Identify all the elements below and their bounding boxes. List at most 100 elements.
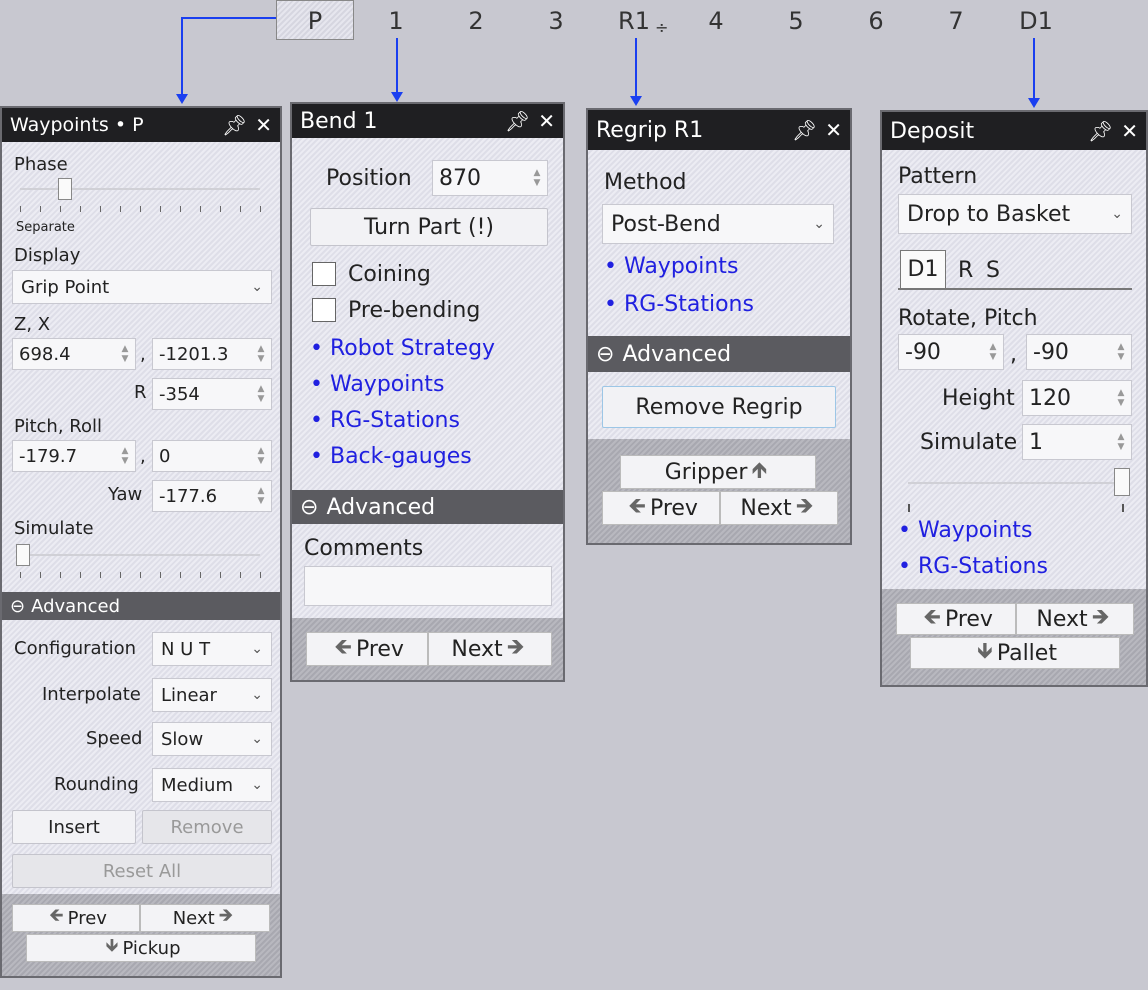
phase-slider-thumb[interactable] — [58, 178, 72, 200]
next-button[interactable]: Next 🡺 — [720, 491, 838, 525]
gripper-button[interactable]: Gripper 🡹 — [620, 455, 816, 489]
speed-select[interactable]: Slow ⌄ — [152, 722, 272, 756]
back-gauges-link[interactable]: • Back-gauges — [310, 444, 472, 469]
pickup-button[interactable]: 🡻 Pickup — [26, 934, 256, 962]
position-input[interactable]: 870 ▲ ▼ — [432, 160, 548, 196]
pin-icon[interactable]: 📌︎ — [505, 109, 530, 133]
x-input[interactable]: -1201.3 ▲ ▼ — [152, 338, 272, 370]
next-button[interactable]: Next 🡺 — [1016, 603, 1134, 635]
waypoints-link[interactable]: • Waypoints — [310, 372, 444, 397]
waypoints-link[interactable]: • Waypoints — [898, 518, 1032, 543]
rg-stations-link[interactable]: • RG-Stations — [604, 292, 754, 317]
insert-button[interactable]: Insert — [12, 810, 136, 844]
simulate-input[interactable]: 1 ▲ ▼ — [1022, 424, 1132, 460]
waypoints-title: Waypoints • P — [10, 114, 144, 136]
rg-stations-link[interactable]: • RG-Stations — [898, 554, 1048, 579]
zx-label: Z, X — [14, 314, 51, 335]
next-button[interactable]: Next 🡺 — [428, 632, 552, 666]
spinner-icon[interactable]: ▲ ▼ — [1114, 381, 1128, 415]
display-label: Display — [14, 245, 81, 266]
r-label: R — [134, 382, 147, 403]
simulate-slider-ticks — [20, 572, 262, 578]
pattern-select[interactable]: Drop to Basket ⌄ — [898, 194, 1132, 234]
robot-strategy-link[interactable]: • Robot Strategy — [310, 336, 495, 361]
interpolate-select[interactable]: Linear ⌄ — [152, 678, 272, 712]
prev-button[interactable]: 🡸 Prev — [306, 632, 428, 666]
prebending-checkbox[interactable] — [312, 298, 336, 322]
waypoints-nav-bar: 🡸 Prev Next 🡺 🡻 Pickup — [2, 894, 280, 976]
tab-d1[interactable]: D1 — [900, 250, 946, 288]
speed-label: Speed — [86, 728, 143, 749]
spinner-icon[interactable]: ▲ ▼ — [254, 339, 268, 369]
spinner-icon[interactable]: ▲ ▼ — [254, 379, 268, 409]
r-input[interactable]: -354 ▲ ▼ — [152, 378, 272, 410]
simulate-slider-track[interactable] — [20, 554, 260, 556]
prev-button[interactable]: 🡸 Prev — [12, 904, 140, 932]
pitch-input[interactable]: -90 ▲ ▼ — [1026, 334, 1132, 370]
simulate-slider-thumb[interactable] — [16, 544, 30, 566]
interpolate-label: Interpolate — [42, 684, 141, 705]
method-select[interactable]: Post-Bend ⌄ — [602, 204, 834, 244]
height-input[interactable]: 120 ▲ ▼ — [1022, 380, 1132, 416]
turn-part-button[interactable]: Turn Part (!) — [310, 208, 548, 246]
simulate-slider-track[interactable] — [908, 482, 1128, 484]
phase-slider-track[interactable] — [20, 188, 260, 190]
spinner-icon[interactable]: ▲ ▼ — [1114, 425, 1128, 459]
advanced-section-header[interactable]: ⊖ Advanced — [292, 490, 563, 524]
pin-icon[interactable]: 📌︎ — [222, 113, 247, 137]
z-input[interactable]: 698.4 ▲ ▼ — [12, 338, 136, 370]
comments-input[interactable] — [304, 566, 552, 606]
pin-icon[interactable]: 📌︎ — [792, 118, 817, 142]
arrow-left-icon: 🡸 — [334, 635, 352, 660]
close-icon[interactable]: ✕ — [255, 113, 272, 137]
rg-stations-link[interactable]: • RG-Stations — [310, 408, 460, 433]
rotate-input[interactable]: -90 ▲ ▼ — [898, 334, 1004, 370]
close-icon[interactable]: ✕ — [825, 118, 842, 142]
chevron-down-icon: ⌄ — [251, 777, 263, 793]
regrip-titlebar: Regrip R1 📌︎ ✕ — [588, 110, 850, 150]
spinner-icon[interactable]: ▲ ▼ — [986, 335, 1000, 369]
tab-s[interactable]: S — [986, 258, 1000, 283]
spinner-icon[interactable]: ▲ ▼ — [118, 339, 132, 369]
rounding-select[interactable]: Medium ⌄ — [152, 768, 272, 802]
spinner-icon[interactable]: ▲ ▼ — [254, 441, 268, 471]
advanced-section-header[interactable]: ⊖ Advanced — [588, 336, 850, 372]
rounding-label: Rounding — [54, 774, 139, 795]
pallet-button[interactable]: 🡻 Pallet — [910, 637, 1120, 669]
tab-r[interactable]: R — [958, 258, 973, 283]
display-select[interactable]: Grip Point ⌄ — [12, 270, 272, 304]
next-button[interactable]: Next 🡺 — [140, 904, 270, 932]
pattern-label: Pattern — [898, 164, 978, 189]
advanced-section-header[interactable]: ⊖ Advanced — [2, 592, 280, 620]
spinner-icon[interactable]: ▲ ▼ — [118, 441, 132, 471]
arrow-right-icon: 🡺 — [506, 635, 525, 660]
simulate-slider-thumb[interactable] — [1114, 468, 1130, 496]
reset-all-button[interactable]: Reset All — [12, 854, 272, 888]
prev-button[interactable]: 🡸 Prev — [602, 491, 720, 525]
simulate-label: Simulate — [14, 518, 94, 539]
pin-icon[interactable]: 📌︎ — [1088, 119, 1113, 143]
chevron-down-icon: ⌄ — [1111, 206, 1123, 222]
roll-input[interactable]: 0 ▲ ▼ — [152, 440, 272, 472]
waypoints-link[interactable]: • Waypoints — [604, 254, 738, 279]
arrow-down-icon: 🡻 — [105, 935, 119, 956]
yaw-input[interactable]: -177.6 ▲ ▼ — [152, 480, 272, 512]
close-icon[interactable]: ✕ — [538, 109, 555, 133]
regrip-nav-bar: Gripper 🡹 🡸 Prev Next 🡺 — [588, 439, 850, 543]
spinner-icon[interactable]: ▲ ▼ — [530, 161, 544, 195]
prev-button[interactable]: 🡸 Prev — [896, 603, 1016, 635]
rotate-pitch-label: Rotate, Pitch — [898, 306, 1038, 331]
collapse-icon: ⊖ — [596, 341, 615, 367]
pitch-input[interactable]: -179.7 ▲ ▼ — [12, 440, 136, 472]
remove-regrip-button[interactable]: Remove Regrip — [602, 386, 836, 428]
spinner-icon[interactable]: ▲ ▼ — [1114, 335, 1128, 369]
coining-checkbox[interactable] — [312, 262, 336, 286]
bend-titlebar: Bend 1 📌︎ ✕ — [292, 104, 563, 138]
configuration-select[interactable]: N U T ⌄ — [152, 632, 272, 666]
arrow-left-icon: 🡸 — [49, 905, 64, 926]
comma-separator: , — [140, 344, 146, 365]
simulate-label: Simulate — [920, 430, 1018, 455]
spinner-icon[interactable]: ▲ ▼ — [254, 481, 268, 511]
close-icon[interactable]: ✕ — [1121, 119, 1138, 143]
remove-button[interactable]: Remove — [142, 810, 272, 844]
